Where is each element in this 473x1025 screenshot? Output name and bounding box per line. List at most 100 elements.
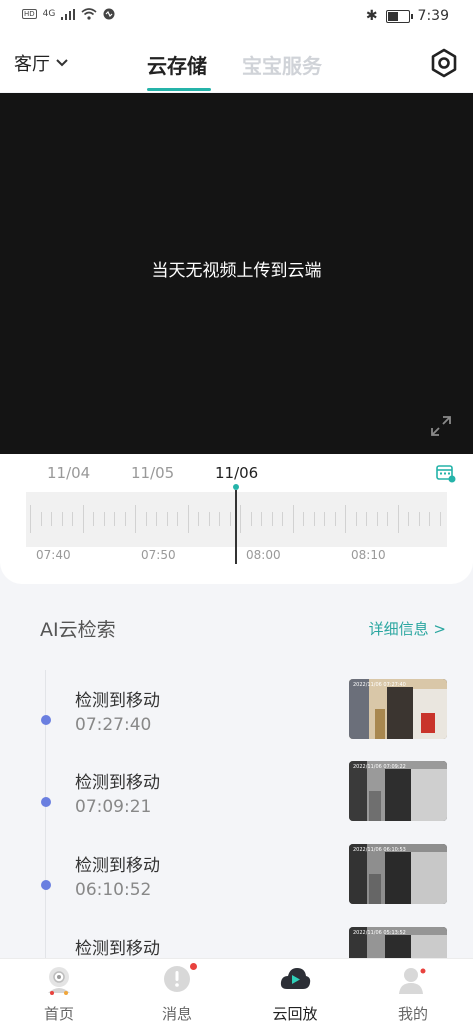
- message-icon: [164, 966, 190, 992]
- timeline-tick: [208, 512, 210, 526]
- timeline-tick: [366, 512, 367, 526]
- timeline-tick: [72, 512, 73, 526]
- cloud-playback-icon: [280, 968, 311, 989]
- thumbnail-timestamp: 2022/11/06 06:10:53: [353, 847, 406, 853]
- tab-cloud-storage[interactable]: 云存储: [147, 50, 207, 79]
- signal-icon: [61, 8, 76, 20]
- wifi-icon: [81, 8, 97, 20]
- timeline-tick: [303, 512, 304, 526]
- timeline-tick: [156, 512, 157, 526]
- timeline-tick: [82, 505, 84, 533]
- timeline-tick: [271, 512, 273, 526]
- timeline-tick: [345, 505, 346, 533]
- calendar-icon[interactable]: [436, 463, 456, 483]
- timeline-tick: [103, 512, 105, 526]
- nav-cloud-playback[interactable]: 云回放: [236, 959, 354, 1025]
- timeline-tick: [51, 512, 52, 526]
- event-time: 06:10:52: [75, 880, 152, 900]
- timeline-tick: [429, 512, 430, 526]
- event-title: 检测到移动: [75, 856, 160, 876]
- event-item[interactable]: 检测到移动 07:09:21 2022/11/06 07:09:22: [0, 761, 473, 838]
- event-dot: [41, 880, 51, 890]
- timeline-tick: [261, 512, 262, 526]
- no-video-message: 当天无视频上传到云端: [151, 261, 322, 281]
- date-item[interactable]: 11/04: [47, 464, 90, 482]
- event-thumbnail[interactable]: 2022/11/06 07:27:40: [349, 679, 447, 739]
- nav-home[interactable]: 首页: [0, 959, 118, 1025]
- status-bar: HD 4G ✱ 7:39: [0, 0, 473, 34]
- hd-icon: HD: [22, 9, 37, 19]
- room-label: 客厅: [14, 54, 50, 75]
- timeline-tick: [198, 512, 199, 526]
- settings-icon[interactable]: [429, 48, 459, 78]
- event-thumbnail[interactable]: 2022/11/06 06:10:53: [349, 844, 447, 904]
- timeline-tick: [292, 505, 294, 533]
- timeline-tick: [324, 512, 325, 526]
- event-item[interactable]: 检测到移动 07:27:40 2022/11/06 07:27:40: [0, 679, 473, 756]
- nfc-icon: [103, 8, 115, 20]
- status-left: HD 4G: [22, 8, 115, 20]
- timeline-tick: [240, 505, 241, 533]
- event-title: 检测到移动: [75, 691, 160, 711]
- time-label: 07:50: [141, 548, 176, 562]
- nav-label: 消息: [161, 1005, 192, 1023]
- timeline-cursor[interactable]: [235, 490, 237, 564]
- timeline-tick: [397, 505, 399, 533]
- event-title: 检测到移动: [75, 773, 160, 793]
- date-item[interactable]: 11/05: [131, 464, 174, 482]
- timeline-panel: 11/04 11/05 11/06 07:40 07:50 08:00 08:1…: [0, 454, 473, 584]
- timeline-tick: [135, 505, 136, 533]
- tab-baby-service[interactable]: 宝宝服务: [242, 50, 322, 79]
- thumbnail-image: [349, 844, 447, 904]
- nav-messages[interactable]: 消息: [118, 959, 236, 1025]
- timeline-tick: [355, 512, 357, 526]
- timeline-tick: [387, 512, 388, 526]
- battery-level: [387, 11, 398, 21]
- chevron-down-icon: [56, 59, 68, 67]
- clock: 7:39: [417, 8, 449, 24]
- thumbnail-image: [349, 679, 447, 739]
- event-time: 07:09:21: [75, 797, 152, 817]
- nav-label: 我的: [397, 1005, 428, 1023]
- timeline-tick: [187, 505, 189, 533]
- room-selector[interactable]: 客厅: [14, 50, 68, 76]
- timeline-tick: [219, 512, 220, 526]
- video-player[interactable]: 当天无视频上传到云端: [0, 93, 473, 454]
- nav-label: 首页: [43, 1005, 74, 1023]
- nav-profile[interactable]: 我的: [354, 959, 472, 1025]
- timeline-tick: [408, 512, 409, 526]
- timeline-tick: [439, 512, 441, 526]
- timeline-tick: [40, 512, 42, 526]
- network-label: 4G: [42, 9, 56, 19]
- timeline-tick: [250, 512, 252, 526]
- timeline-tick: [418, 512, 420, 526]
- timeline-tick: [61, 512, 63, 526]
- event-thumbnail[interactable]: 2022/11/06 07:09:22: [349, 761, 447, 821]
- event-dot: [41, 797, 51, 807]
- event-dot: [41, 715, 51, 725]
- timeline-tick: [334, 512, 336, 526]
- nav-label: 云回放: [272, 1005, 318, 1023]
- thumbnail-image: [349, 761, 447, 821]
- thumbnail-timestamp: 2022/11/06 05:13:52: [353, 930, 406, 936]
- timeline-tick: [145, 512, 147, 526]
- timeline-tick: [114, 512, 115, 526]
- active-tab-indicator: [147, 88, 211, 91]
- time-label: 08:00: [246, 548, 281, 562]
- event-time: 07:27:40: [75, 715, 152, 735]
- home-robot-icon: [48, 967, 70, 995]
- timeline-tick: [282, 512, 283, 526]
- bluetooth-icon: ✱: [365, 8, 378, 24]
- profile-icon: [399, 968, 426, 994]
- event-item[interactable]: 检测到移动 06:10:52 2022/11/06 06:10:53: [0, 844, 473, 921]
- thumbnail-timestamp: 2022/11/06 07:09:22: [353, 764, 406, 770]
- time-label: 08:10: [351, 548, 386, 562]
- date-item-selected[interactable]: 11/06: [215, 464, 258, 482]
- timeline-tick: [376, 512, 378, 526]
- timeline-tick: [229, 512, 231, 526]
- fullscreen-icon[interactable]: [429, 414, 453, 438]
- unread-badge: [190, 963, 197, 970]
- timeline-tick: [177, 512, 178, 526]
- timeline-tick: [124, 512, 126, 526]
- details-link[interactable]: 详细信息 >: [369, 618, 446, 639]
